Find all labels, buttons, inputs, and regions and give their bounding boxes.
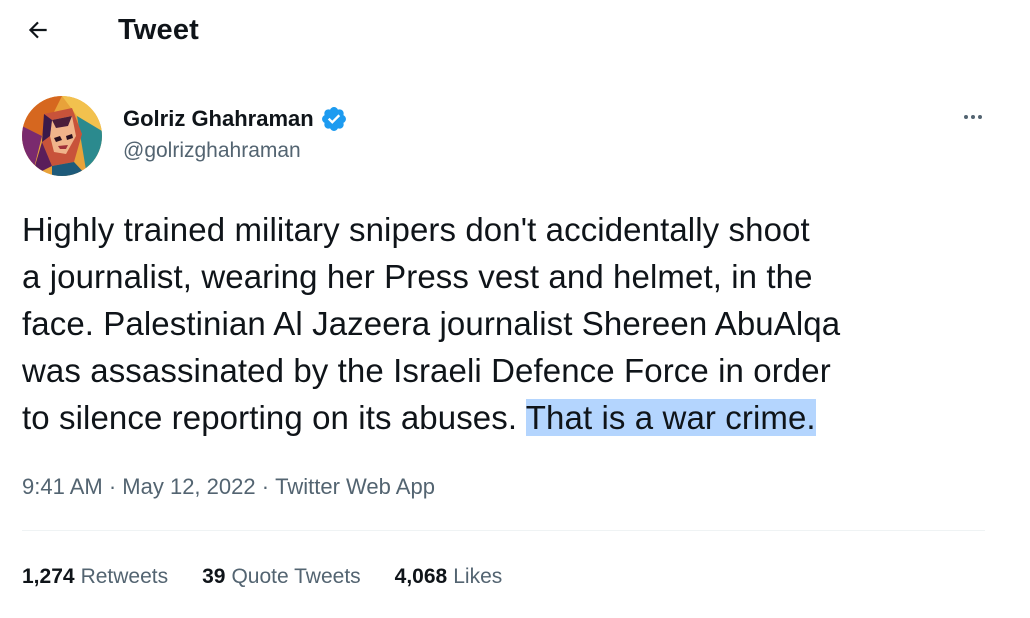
tweet-time: 9:41 AM [22, 474, 103, 499]
tweet-date: May 12, 2022 [122, 474, 256, 499]
tweet-text: Highly trained military snipers don't ac… [22, 206, 997, 441]
likes-label: Likes [453, 565, 503, 588]
more-options-button[interactable] [958, 102, 988, 132]
display-name-row[interactable]: Golriz Ghahraman [123, 104, 348, 134]
display-name[interactable]: Golriz Ghahraman [123, 105, 314, 133]
selected-text-highlight: That is a war crime. [525, 399, 816, 436]
retweets-count: 1,274 [22, 565, 75, 588]
user-handle[interactable]: @golrizghahraman [123, 138, 301, 164]
tweet-metadata: 9:41 AM · May 12, 2022 · Twitter Web App [22, 472, 435, 502]
verified-badge-icon [321, 107, 346, 131]
meta-separator: · [255, 474, 276, 499]
avatar[interactable] [22, 96, 102, 176]
quote-tweets-label: Quote Tweets [231, 565, 361, 588]
likes-count: 4,068 [394, 565, 448, 588]
tweet-text-line: was assassinated by the Israeli Defence … [22, 352, 831, 389]
avatar-portrait-image [22, 96, 102, 176]
retweets-stat[interactable]: 1,274 Retweets [22, 562, 168, 592]
tweet-text-line: Highly trained military snipers don't ac… [22, 211, 810, 248]
more-horizontal-icon [964, 115, 982, 119]
top-bar: Tweet [0, 0, 1030, 60]
tweet-text-line: to silence reporting on its abuses. That… [22, 394, 997, 441]
tweet-text-segment: to silence reporting on its abuses. [22, 399, 526, 436]
back-button[interactable] [20, 12, 56, 48]
tweet-timestamp-link[interactable]: 9:41 AM · May 12, 2022 [22, 472, 256, 502]
divider [22, 530, 985, 531]
tweet-author: Golriz Ghahraman @golrizghahraman [22, 96, 992, 176]
page-title: Tweet [118, 14, 200, 46]
likes-stat[interactable]: 4,068 Likes [395, 562, 503, 592]
quote-tweets-stat[interactable]: 39 Quote Tweets [202, 562, 361, 592]
tweet-text-line: face. Palestinian Al Jazeera journalist … [22, 305, 841, 342]
quote-tweets-count: 39 [202, 565, 226, 588]
tweet-source-link[interactable]: Twitter Web App [275, 472, 435, 502]
tweet-text-line: a journalist, wearing her Press vest and… [22, 258, 813, 295]
meta-separator: · [102, 474, 123, 499]
arrow-left-icon [28, 21, 47, 39]
tweet-stats: 1,274 Retweets 39 Quote Tweets 4,068 Lik… [22, 562, 536, 592]
retweets-label: Retweets [80, 565, 169, 588]
